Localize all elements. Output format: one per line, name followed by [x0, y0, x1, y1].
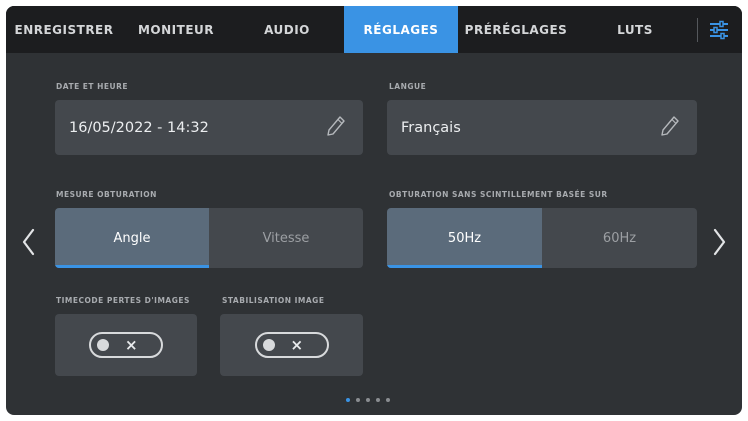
drop-frame-timecode-toggle[interactable]: ×	[89, 332, 163, 358]
date-time-value: 16/05/2022 - 14:32	[69, 119, 209, 136]
flicker-free-label: OBTURATION SANS SCINTILLEMENT BASÉE SUR	[389, 190, 608, 199]
shutter-measurement-selector: Angle Vitesse	[55, 208, 363, 268]
tab-bar: ENREGISTRER MONITEUR AUDIO RÉGLAGES PRÉR…	[6, 6, 742, 53]
chevron-right-icon[interactable]	[710, 226, 728, 258]
pencil-icon[interactable]	[325, 114, 347, 138]
language-field[interactable]: Français	[387, 100, 697, 155]
option-angle[interactable]: Angle	[55, 208, 209, 268]
page-dot-1[interactable]	[346, 398, 350, 402]
date-time-field[interactable]: 16/05/2022 - 14:32	[55, 100, 363, 155]
language-label: LANGUE	[389, 82, 427, 91]
image-stabilization-toggle[interactable]: ×	[254, 332, 329, 358]
date-time-label: DATE ET HEURE	[56, 82, 129, 91]
shutter-measurement-label: MESURE OBTURATION	[56, 190, 157, 199]
flicker-free-selector: 50Hz 60Hz	[387, 208, 697, 268]
drop-frame-timecode-label: TIMECODE PERTES D'IMAGES	[56, 296, 190, 305]
option-vitesse[interactable]: Vitesse	[209, 208, 363, 268]
image-stabilization-label: STABILISATION IMAGE	[222, 296, 325, 305]
sliders-icon	[710, 20, 728, 40]
tab-audio[interactable]: AUDIO	[230, 6, 344, 53]
toggle-off-icon: ×	[125, 336, 138, 354]
toggle-knob	[97, 339, 109, 351]
toggle-off-icon: ×	[290, 336, 304, 354]
tab-luts[interactable]: LUTS	[574, 6, 696, 53]
tab-enregistrer[interactable]: ENREGISTRER	[6, 6, 122, 53]
page-dot-5[interactable]	[386, 398, 390, 402]
drop-frame-timecode-card: ×	[55, 314, 197, 376]
chevron-left-icon[interactable]	[20, 226, 38, 258]
option-60hz[interactable]: 60Hz	[542, 208, 697, 268]
image-stabilization-card: ×	[220, 314, 363, 376]
page-dot-4[interactable]	[376, 398, 380, 402]
tab-divider	[697, 18, 698, 42]
camera-settings-screen: ENREGISTRER MONITEUR AUDIO RÉGLAGES PRÉR…	[6, 6, 742, 415]
pencil-icon[interactable]	[659, 114, 681, 138]
page-dot-2[interactable]	[356, 398, 360, 402]
tab-prereglages[interactable]: PRÉRÉGLAGES	[458, 6, 574, 53]
page-indicator	[346, 398, 390, 402]
option-50hz[interactable]: 50Hz	[387, 208, 542, 268]
page-dot-3[interactable]	[366, 398, 370, 402]
settings-menu-button[interactable]	[702, 14, 736, 46]
tab-reglages[interactable]: RÉGLAGES	[344, 6, 458, 53]
tab-moniteur[interactable]: MONITEUR	[122, 6, 230, 53]
toggle-knob	[262, 339, 275, 351]
language-value: Français	[401, 119, 461, 136]
